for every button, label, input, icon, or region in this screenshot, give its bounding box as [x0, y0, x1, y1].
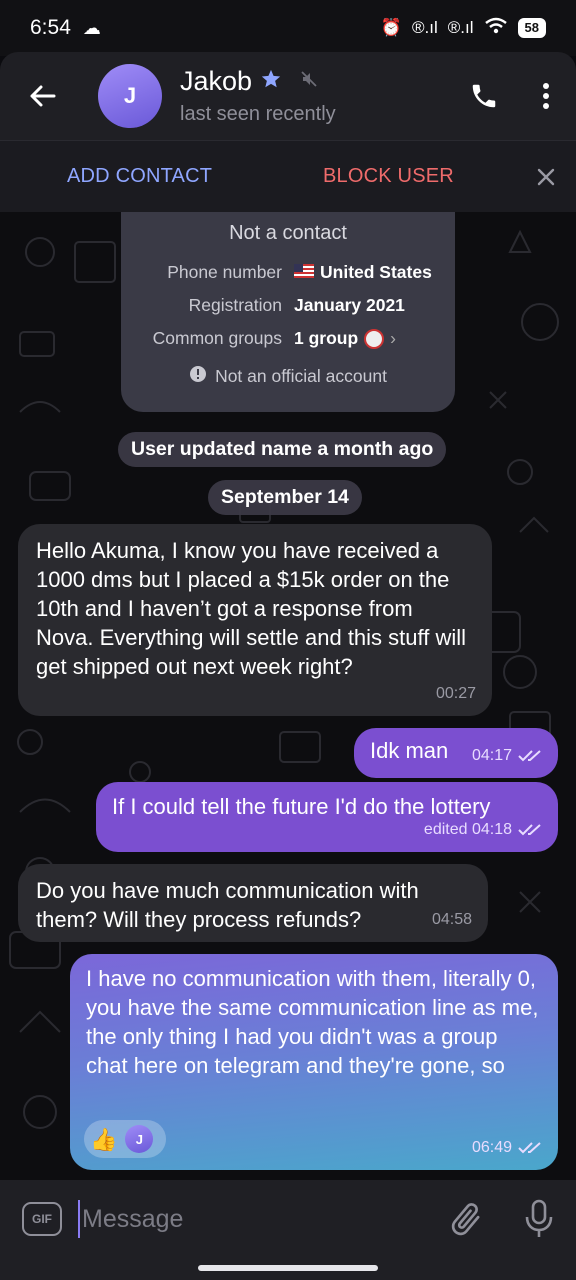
message-time: 06:49: [472, 1133, 544, 1162]
status-bar: 6:54 ☁ ⏰ ®.ıl ®.ıl 58: [0, 0, 576, 56]
info-card-title: Not a contact: [229, 222, 347, 244]
message-text: Idk man: [370, 738, 449, 763]
close-action-bar-button[interactable]: [528, 159, 564, 195]
voice-message-button[interactable]: [522, 1198, 556, 1240]
contact-action-bar: ADD CONTACT BLOCK USER: [0, 140, 576, 212]
wifi-icon: [484, 17, 508, 40]
info-icon: [189, 365, 207, 388]
info-value: January 2021: [294, 295, 405, 315]
battery-icon: 58: [517, 18, 546, 38]
double-check-icon: [518, 823, 541, 835]
reaction-avatar: J: [125, 1125, 154, 1153]
last-seen-status: last seen recently: [180, 103, 336, 125]
call-button[interactable]: [452, 52, 516, 140]
premium-star-icon: [260, 68, 282, 95]
reaction-chip[interactable]: 👍 J: [84, 1120, 166, 1158]
official-account-note: Not an official account: [121, 365, 455, 388]
message-time: 00:27: [435, 685, 476, 702]
muted-icon: [300, 70, 318, 93]
phone-icon: [472, 84, 496, 108]
cloud-icon: ☁: [82, 17, 101, 38]
close-icon: [537, 168, 555, 186]
message-composer: GIF: [0, 1180, 576, 1258]
message-text: Do you have much communication with them…: [36, 878, 419, 932]
double-check-icon: [518, 1141, 541, 1153]
attach-button[interactable]: [446, 1200, 486, 1240]
message-outgoing[interactable]: I have no communication with them, liter…: [70, 954, 558, 1170]
more-vertical-icon: [543, 83, 549, 109]
message-text: Hello Akuma, I know you have received a …: [36, 538, 466, 679]
service-message-name-update: User updated name a month ago: [118, 432, 447, 467]
contact-info-card: Not a contact Phone number United States…: [121, 212, 455, 412]
message-input[interactable]: [78, 1200, 418, 1238]
paperclip-icon: [451, 1203, 480, 1236]
info-key: Phone number: [167, 262, 282, 282]
chat-title-block[interactable]: Jakob last seen recently: [180, 66, 452, 126]
status-icons: ⏰ ®.ıl ®.ıl 58: [381, 17, 546, 40]
chat-header: J Jakob last seen recently: [0, 52, 576, 140]
message-time: 04:17: [472, 741, 544, 770]
message-outgoing[interactable]: If I could tell the future I'd do the lo…: [96, 782, 558, 852]
contact-name: Jakob: [180, 66, 253, 96]
add-contact-button[interactable]: ADD CONTACT: [67, 165, 212, 188]
gif-button[interactable]: GIF: [22, 1202, 62, 1236]
block-user-button[interactable]: BLOCK USER: [323, 165, 454, 188]
back-button[interactable]: [0, 52, 84, 140]
arrow-left-icon: [30, 85, 56, 107]
info-value: United States: [320, 262, 432, 282]
home-gesture-handle[interactable]: [198, 1265, 378, 1271]
system-nav-bar: [0, 1258, 576, 1280]
info-value: 1 group: [294, 328, 359, 348]
date-separator: September 14: [208, 480, 362, 515]
microphone-icon: [525, 1199, 553, 1237]
message-time: 04:58: [431, 911, 472, 928]
double-check-icon: [518, 749, 541, 761]
alarm-off-icon: ⏰: [380, 18, 403, 37]
signal-icon: ®.ıl: [412, 18, 438, 37]
group-avatar-icon: [364, 328, 385, 349]
message-outgoing[interactable]: Idk man 04:17: [354, 728, 558, 778]
message-text: I have no communication with them, liter…: [86, 966, 539, 1078]
thumbs-up-icon: 👍: [90, 1126, 118, 1152]
message-incoming[interactable]: Hello Akuma, I know you have received a …: [18, 524, 492, 716]
info-key: Registration: [188, 295, 282, 315]
signal-icon-2: ®.ıl: [447, 18, 474, 37]
chevron-right-icon: ›: [390, 328, 396, 348]
more-menu-button[interactable]: [516, 52, 576, 140]
us-flag-icon: [294, 262, 314, 283]
message-time: edited 04:18: [424, 815, 544, 844]
avatar[interactable]: J: [98, 64, 162, 128]
message-incoming[interactable]: Do you have much communication with them…: [18, 864, 488, 942]
status-time: 6:54: [30, 16, 71, 39]
chat-area[interactable]: Not a contact Phone number United States…: [0, 212, 576, 1180]
info-key: Common groups: [152, 328, 282, 348]
